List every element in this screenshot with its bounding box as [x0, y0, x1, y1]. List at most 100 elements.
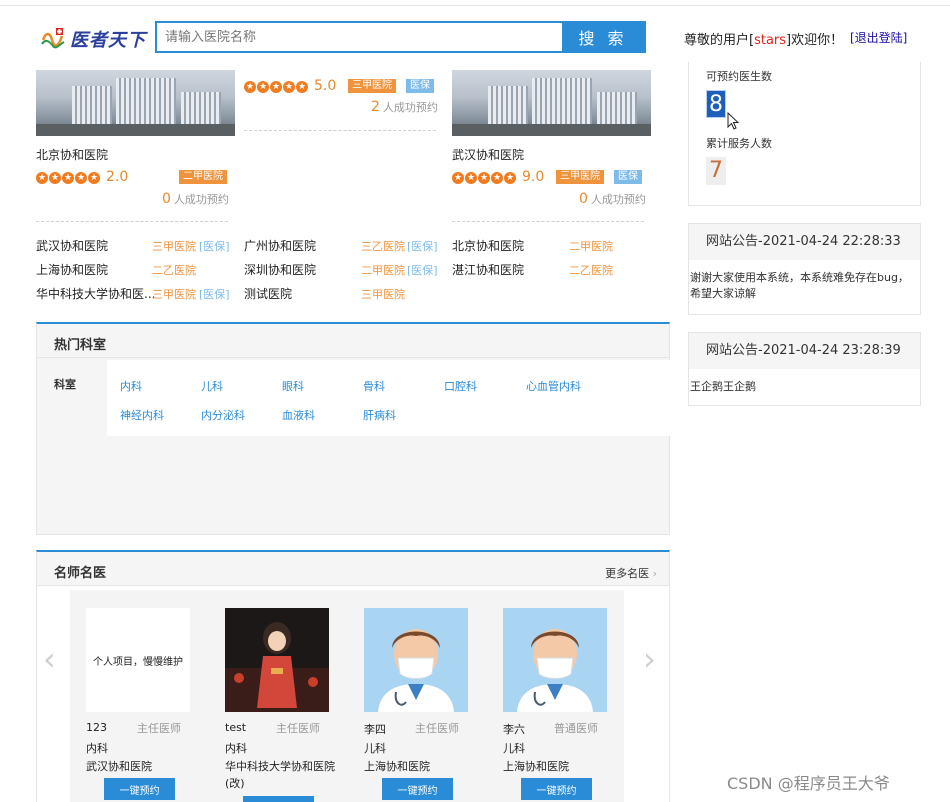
- doctor-photo[interactable]: 个人项目，慢慢维护: [86, 608, 190, 712]
- doctor-photo-caption: 个人项目，慢慢维护: [93, 656, 183, 668]
- welcome-prefix: 尊敬的用户[: [684, 33, 755, 48]
- divider: [452, 221, 644, 222]
- doctor-hospital: 华中科技大学协和医院(改): [225, 760, 335, 790]
- hospital-level: 三甲医院: [152, 240, 196, 253]
- star-icon: ★: [491, 172, 503, 184]
- level-badge: 二甲医院: [179, 170, 227, 184]
- department-link[interactable]: 儿科: [201, 378, 223, 394]
- logo-text: 医者天下: [70, 30, 146, 51]
- hospital-name[interactable]: 武汉协和医院: [452, 146, 524, 163]
- book-doctor-button[interactable]: [243, 796, 314, 802]
- logout-link[interactable]: [退出登陆]: [850, 29, 907, 46]
- panel-title: 名师名医: [54, 566, 107, 581]
- department-link[interactable]: 神经内科: [120, 407, 164, 423]
- welcome-message: 尊敬的用户[stars]欢迎你！: [684, 29, 843, 48]
- department-link[interactable]: 口腔科: [444, 378, 477, 394]
- star-icon: ★: [75, 172, 87, 184]
- department-link[interactable]: 血液科: [282, 407, 315, 423]
- anime-avatar-image: [225, 608, 329, 712]
- hospital-photo[interactable]: [452, 70, 651, 136]
- doctor-photo[interactable]: [364, 608, 468, 712]
- doctor-photo[interactable]: [225, 608, 329, 712]
- divider: [36, 221, 228, 222]
- star-icon: ★: [36, 172, 48, 184]
- booked-count: 0 人成功预约: [162, 191, 229, 207]
- notice-title[interactable]: 网站公告-2021-04-24 23:28:39: [689, 333, 920, 369]
- book-doctor-button[interactable]: 一键预约: [521, 778, 592, 800]
- insurance-badge: 医保: [614, 170, 642, 184]
- hospital-name[interactable]: 北京协和医院: [36, 146, 108, 163]
- logo-icon: [41, 28, 65, 49]
- star-icon: ★: [465, 172, 477, 184]
- hospital-list-item[interactable]: 上海协和医院: [36, 261, 108, 278]
- notice-body: 谢谢大家使用本系统，本系统难免存在bug，希望大家谅解: [690, 271, 909, 300]
- department-link[interactable]: 心血管内科: [526, 378, 581, 394]
- insurance-badge: 医保: [406, 79, 434, 93]
- booked-label: 人成功预约: [173, 193, 229, 206]
- hospital-level: 三甲医院: [152, 288, 196, 301]
- doctor-avatar-image: [364, 608, 468, 712]
- hospital-photo[interactable]: [36, 70, 235, 136]
- more-doctors-link[interactable]: 更多名医 ›: [605, 565, 657, 581]
- department-link[interactable]: 肝病科: [363, 407, 396, 423]
- divider: [244, 130, 436, 131]
- hospital-list-item[interactable]: 武汉协和医院: [36, 237, 108, 254]
- hospital-insurance: [医保]: [199, 288, 230, 301]
- doctor-title: 普通医师: [554, 722, 598, 735]
- booked-label: 人成功预约: [590, 193, 646, 206]
- hospital-insurance: [医保]: [407, 264, 438, 277]
- doctor-department: 儿科: [364, 742, 386, 755]
- hospital-list-item[interactable]: 湛江协和医院: [452, 261, 524, 278]
- hospital-level: 三甲医院: [361, 288, 405, 301]
- more-doctors-label: 更多名医: [605, 567, 650, 580]
- booked-count: 2 人成功预约: [371, 99, 438, 115]
- department-link[interactable]: 内分泌科: [201, 407, 245, 423]
- book-doctor-button[interactable]: 一键预约: [382, 778, 453, 800]
- doctor-department: 内科: [225, 742, 247, 755]
- doctor-name: 李六: [503, 723, 525, 736]
- doctor-title: 主任医师: [137, 722, 181, 735]
- notice-title[interactable]: 网站公告-2021-04-24 22:28:33: [689, 224, 920, 260]
- star-icon: ★: [452, 172, 464, 184]
- hospital-list-item[interactable]: 测试医院: [244, 285, 292, 302]
- search-button[interactable]: 搜 索: [562, 23, 644, 51]
- notice-card: 网站公告-2021-04-24 23:28:39 王企鹅王企鹅: [688, 332, 921, 406]
- star-icon: ★: [478, 172, 490, 184]
- department-link[interactable]: 骨科: [363, 378, 385, 394]
- department-link[interactable]: 眼科: [282, 378, 304, 394]
- star-icon: ★: [88, 172, 100, 184]
- site-logo[interactable]: 医者天下: [40, 24, 154, 54]
- hospital-level: 二甲医院: [361, 264, 405, 277]
- star-icon: ★: [257, 81, 269, 93]
- hospital-level: 二乙医院: [152, 264, 196, 277]
- served-count-label: 累计服务人数: [706, 137, 772, 150]
- carousel-prev-arrow[interactable]: ‹: [43, 640, 56, 678]
- doctor-photo[interactable]: [503, 608, 607, 712]
- doctor-department: 内科: [86, 742, 108, 755]
- book-doctor-button[interactable]: 一键预约: [104, 778, 175, 800]
- star-icon: ★: [244, 81, 256, 93]
- notice-body: 王企鹅王企鹅: [690, 380, 756, 393]
- search-bar: 搜 索: [155, 21, 646, 53]
- carousel-next-arrow[interactable]: ›: [643, 640, 656, 678]
- doctor-avatar-image: [503, 608, 607, 712]
- doctor-name: 123: [86, 721, 107, 734]
- doctor-title: 主任医师: [415, 722, 459, 735]
- search-input[interactable]: [157, 23, 562, 51]
- booked-number: 0: [579, 191, 588, 207]
- hospital-list-item[interactable]: 深圳协和医院: [244, 261, 316, 278]
- stats-box: 可预约医生数 8 累计服务人数 7: [688, 62, 921, 206]
- hospital-list-item[interactable]: 广州协和医院: [244, 237, 316, 254]
- doctor-department: 儿科: [503, 742, 525, 755]
- welcome-suffix: ]欢迎你！: [786, 33, 844, 48]
- notice-card: 网站公告-2021-04-24 22:28:33 谢谢大家使用本系统，本系统难免…: [688, 223, 921, 315]
- hospital-list-item[interactable]: 华中科技大学协和医...: [36, 285, 155, 302]
- served-count: 7: [706, 157, 726, 185]
- level-badge: 三甲医院: [348, 79, 396, 93]
- hospital-list-item[interactable]: 北京协和医院: [452, 237, 524, 254]
- star-icon: ★: [283, 81, 295, 93]
- panel-header: 名师名医 更多名医 ›: [37, 552, 669, 586]
- booked-label: 人成功预约: [382, 101, 438, 114]
- hospital-score: 5.0: [314, 78, 337, 94]
- department-link[interactable]: 内科: [120, 378, 142, 394]
